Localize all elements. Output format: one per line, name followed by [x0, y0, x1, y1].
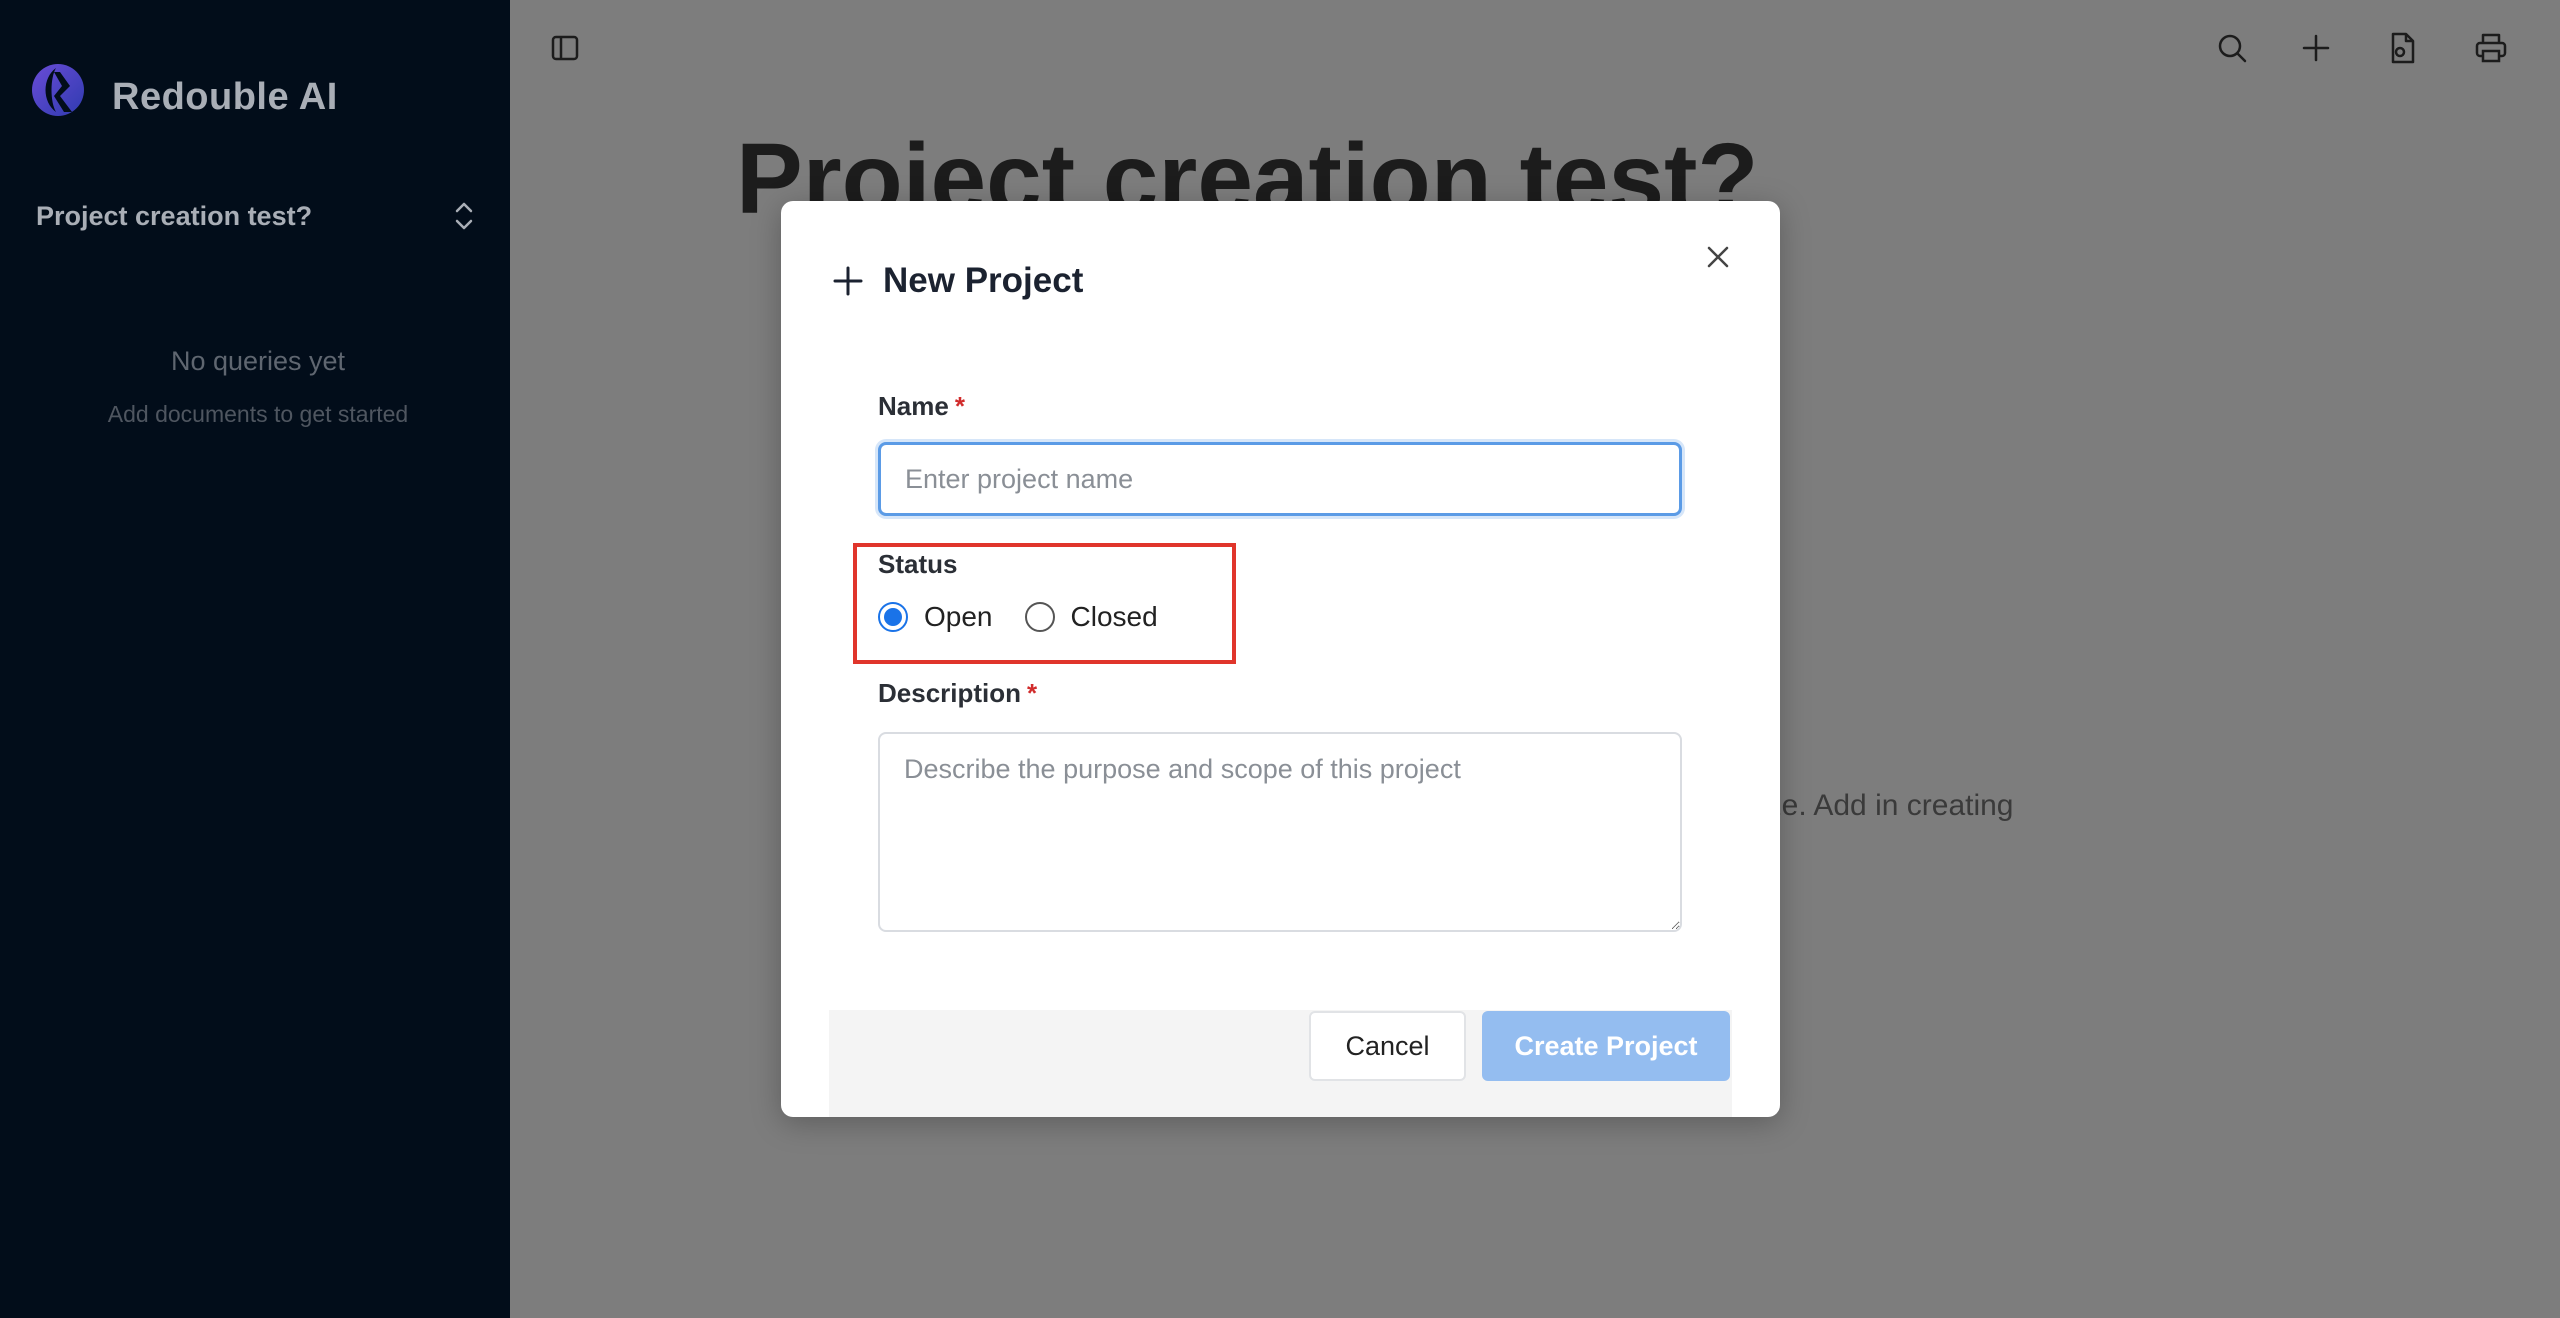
project-switcher[interactable]: Project creation test?	[36, 196, 476, 236]
close-icon	[1707, 246, 1729, 268]
name-label-text: Name	[878, 391, 949, 421]
print-button[interactable]	[2465, 22, 2517, 74]
close-button[interactable]	[1696, 235, 1740, 279]
redouble-logo-icon	[32, 64, 84, 116]
create-project-button[interactable]: Create Project	[1482, 1011, 1730, 1081]
export-button[interactable]	[2376, 22, 2428, 74]
page-paragraph-fragment: lyze. Add in creating	[1745, 789, 2014, 822]
project-name-input[interactable]	[878, 442, 1682, 516]
description-label-text: Description	[878, 678, 1022, 708]
required-marker: *	[1027, 678, 1038, 708]
status-label: Status	[878, 549, 958, 579]
empty-state-subtitle: Add documents to get started	[107, 401, 409, 427]
search-icon	[2218, 34, 2247, 63]
file-export-icon	[2391, 32, 2415, 64]
required-marker: *	[954, 391, 965, 421]
status-open-label[interactable]: Open	[924, 601, 993, 633]
search-button[interactable]	[2206, 22, 2258, 74]
plus-icon	[833, 266, 863, 296]
plus-icon	[2302, 34, 2330, 62]
status-closed-label[interactable]: Closed	[1071, 601, 1158, 633]
status-closed-radio[interactable]	[1024, 602, 1055, 632]
sidebar-toggle-icon	[551, 35, 579, 61]
new-project-modal: New Project Name* Status Open Closed Des…	[781, 201, 1780, 1117]
brand-name: Redouble AI	[112, 76, 338, 118]
name-label: Name *	[878, 391, 965, 422]
status-radio-group: Open Closed	[878, 601, 1190, 633]
add-button[interactable]	[2290, 22, 2342, 74]
sidebar: Redouble AI Project creation test? No qu…	[0, 0, 510, 1318]
description-label: Description *	[878, 678, 1037, 709]
radio-selected-dot	[884, 608, 902, 626]
description-textarea[interactable]	[878, 732, 1682, 932]
project-switcher-label: Project creation test?	[36, 200, 313, 231]
status-open-radio[interactable]	[878, 602, 908, 632]
chevron-up-down-icon	[455, 202, 473, 230]
empty-state-title: No queries yet	[170, 346, 346, 376]
printer-icon	[2475, 33, 2507, 63]
toggle-sidebar-button[interactable]	[539, 22, 591, 74]
modal-header: New Project	[831, 251, 1083, 311]
cancel-button[interactable]: Cancel	[1309, 1011, 1466, 1081]
modal-title: New Project	[883, 261, 1084, 300]
